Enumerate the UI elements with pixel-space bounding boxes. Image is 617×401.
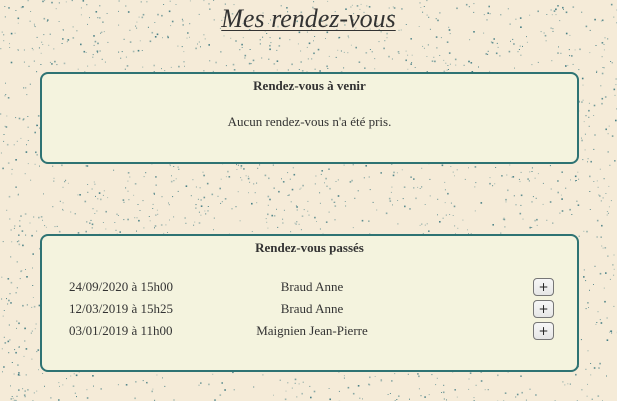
appointment-practitioner: Braud Anne [280,279,344,294]
appointment-datetime: 03/01/2019 à 11h00 [69,323,173,338]
past-appointments-list: 24/09/2020 à 15h00 Braud Anne + 12/03/20… [42,276,577,342]
appointment-practitioner: Braud Anne [280,301,344,316]
past-appointments-heading: Rendez-vous passés [255,240,364,255]
appointment-row: 12/03/2019 à 15h25 Braud Anne + [42,298,577,320]
no-appointments-message: Aucun rendez-vous n'a été pris. [227,114,392,129]
appointment-details-button[interactable]: + [533,322,554,340]
past-appointments-panel: Rendez-vous passés 24/09/2020 à 15h00 Br… [40,234,579,372]
appointment-practitioner: Maignien Jean-Pierre [256,323,368,338]
appointment-details-button[interactable]: + [533,300,554,318]
appointment-datetime: 12/03/2019 à 15h25 [69,301,173,316]
upcoming-appointments-panel: Rendez-vous à venir Aucun rendez-vous n'… [40,72,579,164]
upcoming-appointments-heading: Rendez-vous à venir [253,78,366,93]
appointment-details-button[interactable]: + [533,278,554,296]
appointment-row: 24/09/2020 à 15h00 Braud Anne + [42,276,577,298]
appointment-datetime: 24/09/2020 à 15h00 [69,279,173,294]
page-title: Mes rendez-vous [221,4,396,33]
appointment-row: 03/01/2019 à 11h00 Maignien Jean-Pierre … [42,320,577,342]
